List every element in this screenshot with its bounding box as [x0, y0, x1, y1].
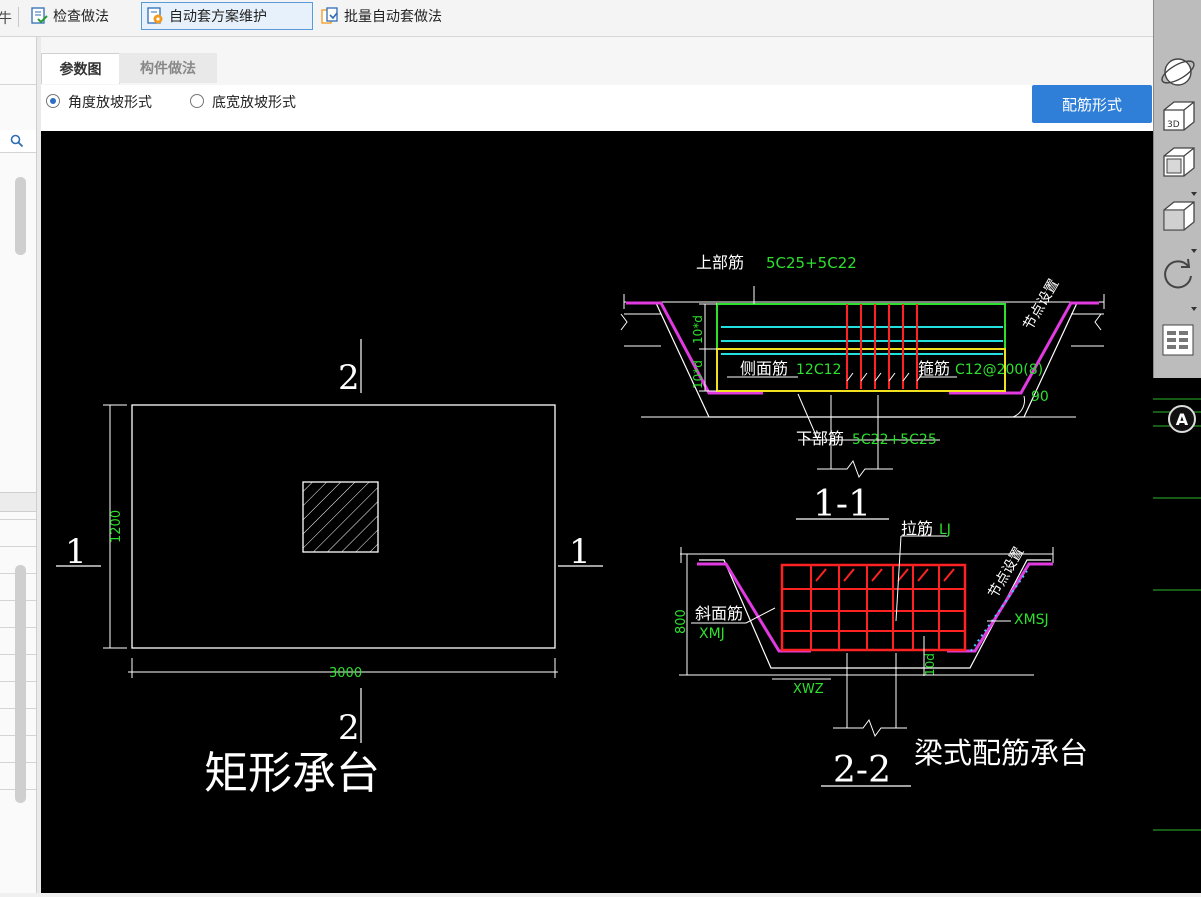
cube-shaded-icon[interactable]: [1158, 196, 1198, 236]
rebar-form-button[interactable]: 配筋形式: [1032, 85, 1152, 123]
batch-auto-method-button[interactable]: 批量自动套做法: [317, 2, 446, 30]
width-dimension: 3000: [329, 666, 362, 681]
top-bar-label: 上部筋: [696, 253, 744, 272]
rotate-icon[interactable]: [1158, 254, 1198, 294]
axis-marker: A: [1168, 405, 1196, 433]
tab-param-diagram[interactable]: 参数图: [41, 53, 120, 84]
toolbar-fragment: 牛: [0, 11, 12, 27]
section-mark-2-bottom: 2: [338, 708, 360, 748]
tie-bar-label: 拉筋: [901, 519, 933, 538]
top-bar-value: 5C25+5C22: [766, 254, 857, 272]
section-1-1-title: 1-1: [813, 484, 871, 525]
side-dimension-b: 10*d: [691, 360, 705, 389]
xwz-label: XWZ: [793, 682, 824, 697]
divider: [0, 546, 36, 547]
search-icon: [10, 134, 24, 148]
slope-options: 角度放坡形式 底宽放坡形式 配筋形式: [41, 85, 1153, 131]
left-panel: [0, 37, 37, 893]
bottom-width-slope-label: 底宽放坡形式: [212, 95, 296, 111]
chevron-down-icon[interactable]: [1190, 183, 1198, 196]
document-gear-icon: [146, 7, 164, 25]
section-2-2-title: 2-2: [833, 750, 891, 791]
chevron-down-icon[interactable]: [1190, 298, 1198, 311]
toolbar-separator: [18, 7, 19, 27]
tab-component-method-label: 构件做法: [140, 61, 196, 77]
dimension-10d: 10d: [923, 653, 937, 676]
panel-header: [0, 492, 36, 512]
column-hatch: [302, 481, 379, 553]
slant-bar-value: XMJ: [699, 626, 725, 642]
section-mark-1-left: 1: [65, 532, 87, 572]
slant-bar-label: 斜面筋: [695, 604, 743, 623]
section-1-1: 上部筋 5C25+5C22 节点设置 10*d 10*d 侧面筋 12C12 箍…: [620, 253, 1105, 525]
rect-cap-title: 矩形承台: [204, 748, 380, 799]
cad-drawing: 2 2 1 1 1200 3000 矩形承台 上部筋 5C25+5C22 节点设…: [56, 253, 1105, 799]
height-dimension: 800: [674, 609, 689, 634]
check-document-icon: [30, 7, 48, 25]
section-mark-2-top: 2: [338, 358, 360, 398]
slope-angle: 90: [1031, 389, 1049, 405]
angle-slope-label: 角度放坡形式: [68, 95, 152, 111]
height-dimension: 1200: [109, 510, 124, 543]
cube-front-icon[interactable]: [1158, 142, 1198, 182]
svg-text:3D: 3D: [1167, 120, 1180, 130]
node-setting-label: 节点设置: [1021, 277, 1063, 333]
search-box[interactable]: [0, 130, 36, 153]
cube-3d-icon[interactable]: 3D: [1158, 96, 1198, 136]
rect-cap-plan: 2 2 1 1 1200 3000 矩形承台: [56, 339, 603, 799]
tie-bar-value: LJ: [939, 522, 951, 538]
bottom-bar-label: 下部筋: [796, 429, 844, 448]
orbit-icon[interactable]: [1158, 52, 1198, 92]
layer-grid-icon[interactable]: [1160, 322, 1196, 358]
view-toolbar: 3D: [1153, 0, 1201, 378]
parameter-diagram-canvas: 2 2 1 1 1200 3000 矩形承台 上部筋 5C25+5C22 节点设…: [41, 131, 1153, 893]
bottom-width-slope-radio[interactable]: [190, 94, 204, 108]
section-2-2: 拉筋 LJ 节点设置 800 斜面筋 XMJ XMSJ XWZ 10d 2-2 …: [674, 519, 1088, 791]
beam-cap-title: 梁式配筋承台: [914, 736, 1088, 770]
toolbar: 牛 检查做法 自动套方案维护 批量自动套做法: [0, 0, 1153, 37]
chevron-down-icon[interactable]: [1190, 240, 1198, 253]
auto-plan-maintain-label: 自动套方案维护: [169, 9, 267, 25]
tab-component-method[interactable]: 构件做法: [119, 53, 217, 83]
tab-param-diagram-label: 参数图: [59, 62, 102, 78]
angle-slope-radio[interactable]: [46, 94, 60, 108]
scrollbar-thumb[interactable]: [15, 565, 26, 803]
divider: [0, 519, 36, 520]
side-bar-value: 12C12: [796, 362, 841, 378]
stirrup-label: 箍筋: [918, 359, 950, 378]
tab-bar: 参数图 构件做法: [41, 37, 1153, 85]
node-setting-label: 节点设置: [986, 545, 1028, 601]
auto-plan-maintain-button[interactable]: 自动套方案维护: [141, 2, 313, 30]
side-dimension-a: 10*d: [691, 315, 705, 344]
batch-auto-method-label: 批量自动套做法: [344, 9, 442, 25]
scrollbar-thumb[interactable]: [15, 177, 26, 255]
stirrup-value: C12@200(8): [955, 362, 1043, 378]
bottom-bar-value: 5C22+5C25: [852, 432, 937, 448]
xmsj-label: XMSJ: [1014, 612, 1049, 628]
side-bar-label: 侧面筋: [740, 359, 788, 378]
check-method-label: 检查做法: [53, 9, 109, 25]
check-method-button[interactable]: 检查做法: [26, 2, 113, 30]
section-mark-1-right: 1: [569, 532, 591, 572]
divider: [0, 84, 36, 85]
batch-document-icon: [321, 7, 339, 25]
